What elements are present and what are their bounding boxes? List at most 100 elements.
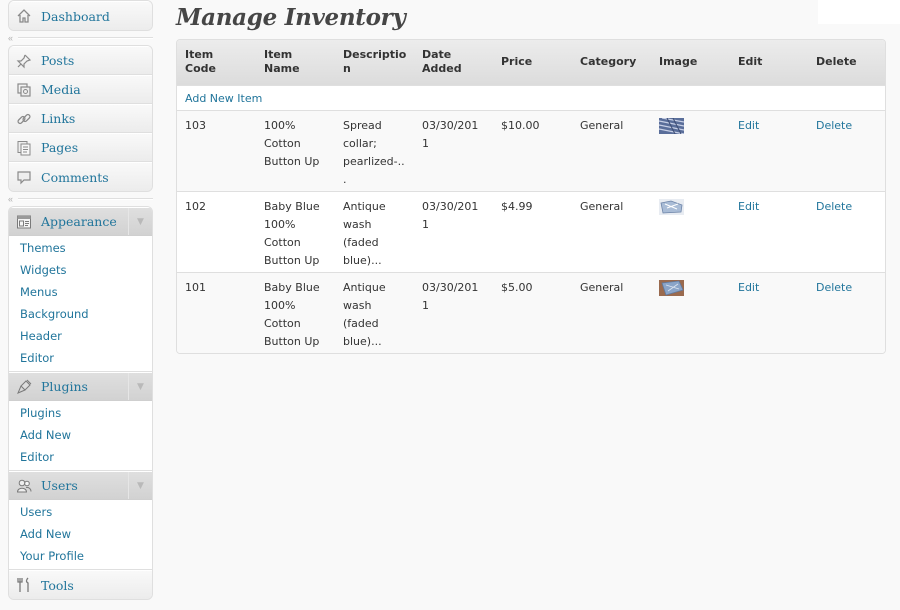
menu-group-content: Posts Media Links Pages Comments <box>8 45 153 192</box>
menu-posts[interactable]: Posts <box>9 46 152 75</box>
submenu-themes[interactable]: Themes <box>9 237 152 259</box>
pin-icon <box>15 52 33 70</box>
cell-date-added: 03/30/201 1 <box>414 110 493 192</box>
link-icon <box>15 110 33 128</box>
cell-item-name: Baby Blue 100% Cotton Button Up <box>256 272 335 353</box>
menu-label: Comments <box>41 169 109 185</box>
cell-date-added: 03/30/201 1 <box>414 191 493 273</box>
edit-link[interactable]: Edit <box>738 281 759 294</box>
cell-item-code: 102 <box>177 191 256 273</box>
add-new-item-link[interactable]: Add New Item <box>185 92 262 105</box>
submenu-your-profile[interactable]: Your Profile <box>9 545 152 567</box>
column-header[interactable]: Item Name <box>256 40 335 86</box>
delete-link[interactable]: Delete <box>816 200 852 213</box>
media-icon <box>15 81 33 99</box>
cell-item-name: 100% Cotton Button Up <box>256 110 335 192</box>
menu-links[interactable]: Links <box>9 104 152 133</box>
cell-category: General <box>572 191 651 273</box>
menu-comments[interactable]: Comments <box>9 162 152 191</box>
cell-category: General <box>572 110 651 192</box>
home-icon <box>15 7 33 25</box>
cell-edit: Edit <box>730 110 808 192</box>
submenu-widgets[interactable]: Widgets <box>9 259 152 281</box>
menu-group-dashboard: Dashboard <box>8 0 153 31</box>
menu-label: Dashboard <box>41 8 110 24</box>
table-row: 103 100% Cotton Button Up Spread collar;… <box>177 110 885 192</box>
cell-item-code: 103 <box>177 110 256 192</box>
table-header-row: Item Code Item Name Descriptio n Date Ad… <box>177 40 885 86</box>
plugins-submenu: Plugins Add New Editor <box>9 401 152 471</box>
column-header[interactable]: Descriptio n <box>335 40 414 86</box>
menu-label: Media <box>41 82 81 97</box>
inventory-table: Item Code Item Name Descriptio n Date Ad… <box>176 39 886 354</box>
admin-sidebar: Dashboard « Posts Media Links Pages Comm… <box>8 0 153 610</box>
cell-description: Spread collar; pearlized-.. . <box>335 110 414 192</box>
add-item-row: Add New Item <box>177 85 885 111</box>
menu-group-appearance: Appearance ▼ Themes Widgets Menus Backgr… <box>8 206 153 600</box>
cell-description: Antique wash (faded blue)... <box>335 191 414 273</box>
menu-label: Posts <box>41 53 75 68</box>
menu-dashboard[interactable]: Dashboard <box>9 1 152 30</box>
submenu-editor[interactable]: Editor <box>9 347 152 369</box>
cell-image <box>651 191 730 273</box>
cell-delete: Delete <box>808 110 885 192</box>
cell-category: General <box>572 272 651 353</box>
collapse-icon[interactable]: « <box>8 192 18 206</box>
edit-link[interactable]: Edit <box>738 200 759 213</box>
collapse-icon[interactable]: « <box>8 31 18 45</box>
submenu-plugin-editor[interactable]: Editor <box>9 446 152 468</box>
submenu-plugins[interactable]: Plugins <box>9 402 152 424</box>
column-header[interactable]: Date Added <box>414 40 493 86</box>
submenu-background[interactable]: Background <box>9 303 152 325</box>
chevron-down-icon[interactable]: ▼ <box>128 472 152 499</box>
shirt-thumbnail <box>659 279 684 296</box>
menu-separator[interactable]: « <box>8 31 153 45</box>
cell-price: $5.00 <box>493 272 572 353</box>
menu-appearance[interactable]: Appearance ▼ <box>9 207 152 236</box>
menu-pages[interactable]: Pages <box>9 133 152 162</box>
comment-icon <box>15 168 33 186</box>
column-header[interactable]: Image <box>651 40 730 86</box>
menu-plugins[interactable]: Plugins ▼ <box>9 372 152 401</box>
column-header[interactable]: Edit <box>730 40 808 86</box>
column-header[interactable]: Category <box>572 40 651 86</box>
cell-delete: Delete <box>808 191 885 273</box>
menu-label: Links <box>41 111 76 126</box>
appearance-submenu: Themes Widgets Menus Background Header E… <box>9 236 152 372</box>
tools-icon <box>15 576 33 594</box>
menu-label: Appearance <box>41 214 117 229</box>
edit-link[interactable]: Edit <box>738 119 759 132</box>
menu-label: Plugins <box>41 379 88 394</box>
users-icon <box>15 477 33 495</box>
page-title: Manage Inventory <box>176 4 406 31</box>
column-header[interactable]: Item Code <box>177 40 256 86</box>
menu-label: Pages <box>41 140 79 155</box>
menu-tools[interactable]: Tools <box>9 570 152 599</box>
chevron-down-icon[interactable]: ▼ <box>128 208 152 235</box>
chevron-down-icon[interactable]: ▼ <box>128 373 152 400</box>
appearance-icon <box>15 213 33 231</box>
submenu-menus[interactable]: Menus <box>9 281 152 303</box>
column-header[interactable]: Price <box>493 40 572 86</box>
submenu-header[interactable]: Header <box>9 325 152 347</box>
plugin-icon <box>15 378 33 396</box>
submenu-add-new-user[interactable]: Add New <box>9 523 152 545</box>
cell-delete: Delete <box>808 272 885 353</box>
submenu-users[interactable]: Users <box>9 501 152 523</box>
cell-item-code: 101 <box>177 272 256 353</box>
users-submenu: Users Add New Your Profile <box>9 500 152 570</box>
column-header[interactable]: Delete <box>808 40 885 86</box>
delete-link[interactable]: Delete <box>816 119 852 132</box>
table-row: 102 Baby Blue 100% Cotton Button Up Anti… <box>177 191 885 273</box>
menu-label: Users <box>41 478 78 493</box>
cell-edit: Edit <box>730 191 808 273</box>
top-right-blank <box>818 0 900 24</box>
menu-separator[interactable]: « <box>8 192 153 206</box>
menu-media[interactable]: Media <box>9 75 152 104</box>
menu-users[interactable]: Users ▼ <box>9 471 152 500</box>
shirt-thumbnail <box>659 117 684 134</box>
cell-item-name: Baby Blue 100% Cotton Button Up <box>256 191 335 273</box>
cell-price: $4.99 <box>493 191 572 273</box>
submenu-add-new-plugin[interactable]: Add New <box>9 424 152 446</box>
delete-link[interactable]: Delete <box>816 281 852 294</box>
